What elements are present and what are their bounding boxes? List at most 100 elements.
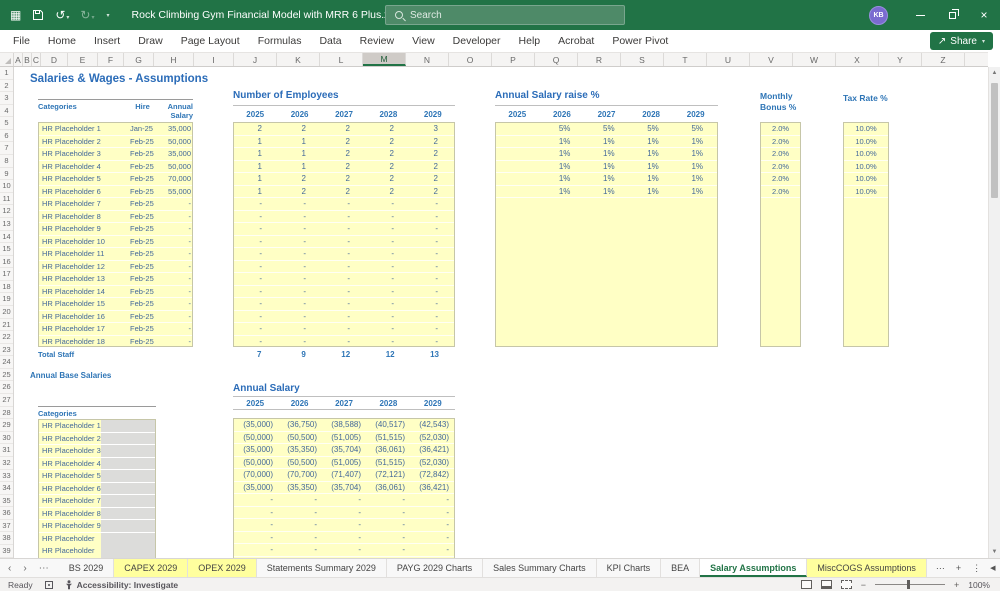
sheet-tab[interactable]: Salary Assumptions [700,559,807,577]
hire-date-cell[interactable]: Feb-25 [126,298,161,310]
category-cell[interactable]: HR Placeholder 6 [39,483,101,496]
row-header[interactable]: 32 [0,457,13,470]
page-break-view-icon[interactable] [841,580,852,589]
restore-button[interactable] [936,0,968,30]
category-cell[interactable]: HR Placeholder 7 [39,495,101,508]
table-row[interactable]: HR Placeholder 5 [39,470,155,483]
cell[interactable]: 5% [673,123,717,135]
cell[interactable]: (42,543) [410,419,454,431]
total-cell[interactable]: 7 [233,350,277,361]
cell[interactable]: - [234,544,278,556]
cell[interactable]: 1% [540,186,584,198]
hire-date-cell[interactable]: Feb-25 [126,336,161,348]
cell[interactable]: 5% [584,123,628,135]
category-cell[interactable]: HR Placeholder 5 [39,173,126,185]
row-header[interactable]: 8 [0,155,13,168]
hire-date-cell[interactable]: Feb-25 [126,273,161,285]
save-icon[interactable] [32,9,44,21]
zoom-in-button[interactable]: + [954,580,959,590]
cell[interactable]: (51,515) [366,457,410,469]
more-sheets-right-icon[interactable]: ⋯ [936,563,945,574]
row-header[interactable]: 11 [0,193,13,206]
column-header[interactable]: H [154,53,194,66]
row-header[interactable]: 25 [0,369,13,382]
column-header[interactable]: L [320,53,363,66]
cell[interactable]: (38,588) [322,419,366,431]
category-cell[interactable]: HR Placeholder 11 [39,545,101,558]
row-header[interactable]: 39 [0,545,13,558]
table-row[interactable]: HR Placeholder 17 Feb-25 - [39,323,192,336]
zoom-slider[interactable] [875,584,945,585]
cell[interactable]: 2 [278,173,322,185]
row-header[interactable]: 31 [0,444,13,457]
cell[interactable]: (50,000) [234,432,278,444]
cell[interactable]: 1% [584,186,628,198]
cell[interactable]: 2 [278,123,322,135]
cell[interactable]: - [410,494,454,506]
cell[interactable]: 2 [366,148,410,160]
table-row[interactable]: HR Placeholder 7 [39,495,155,508]
hire-date-cell[interactable]: Feb-25 [126,148,161,160]
tax-cell[interactable]: 10.0% [844,186,888,199]
cell[interactable]: (51,005) [322,457,366,469]
cell[interactable]: (35,350) [278,482,322,494]
close-button[interactable]: × [968,0,1000,30]
tax-cell[interactable]: 10.0% [844,123,888,136]
table-row[interactable]: HR Placeholder 8 Feb-25 - [39,211,192,224]
table-row[interactable]: HR Placeholder 13 Feb-25 - [39,273,192,286]
cell[interactable]: 2 [322,186,366,198]
cell[interactable]: - [322,298,366,310]
search-input[interactable]: Search [385,5,625,25]
row-header[interactable]: 9 [0,168,13,181]
cell[interactable]: - [322,211,366,223]
cell[interactable]: 1 [234,148,278,160]
cell[interactable]: 1% [584,173,628,185]
tax-cell[interactable]: 10.0% [844,136,888,149]
cell[interactable]: 1 [278,148,322,160]
row-header[interactable]: 13 [0,218,13,231]
column-header[interactable]: J [234,53,277,66]
row-header[interactable]: 37 [0,520,13,533]
cell[interactable]: - [410,248,454,260]
column-header[interactable]: S [621,53,664,66]
table-row[interactable]: HR Placeholder 9 Feb-25 - [39,223,192,236]
annual-salary-cell[interactable]: - [161,336,193,348]
cell[interactable]: - [322,223,366,235]
cell[interactable] [496,186,540,198]
cell[interactable]: - [234,336,278,348]
column-header[interactable]: O [449,53,492,66]
table-row[interactable]: - - - - - [234,223,454,236]
table-row[interactable]: - - - - - [234,198,454,211]
table-row[interactable]: HR Placeholder 6 Feb-25 55,000 [39,186,192,199]
hire-date-cell[interactable]: Feb-25 [126,173,161,185]
category-cell[interactable]: HR Placeholder 4 [39,458,101,471]
row-header[interactable]: 19 [0,293,13,306]
cell[interactable]: 2 [234,123,278,135]
cell[interactable]: (35,000) [234,444,278,456]
column-header[interactable]: P [492,53,535,66]
cell[interactable]: - [234,223,278,235]
bonus-cell[interactable]: 2.0% [761,123,800,136]
column-header[interactable]: K [277,53,320,66]
column-header[interactable]: I [194,53,234,66]
annual-salary-cell[interactable]: - [161,273,193,285]
scroll-up-icon[interactable]: ▲ [989,67,1000,79]
ribbon-tab[interactable]: Power Pivot [603,30,677,52]
annual-salary-cell[interactable]: - [161,261,193,273]
cell[interactable]: - [322,323,366,335]
cell[interactable]: - [234,286,278,298]
cell[interactable]: 1% [540,148,584,160]
row-header[interactable]: 38 [0,532,13,545]
table-row[interactable]: 1 2 2 2 2 [234,186,454,199]
column-header[interactable]: N [406,53,449,66]
cell[interactable]: 1% [540,161,584,173]
row-header[interactable]: 21 [0,319,13,332]
ribbon-tab[interactable]: Page Layout [172,30,249,52]
column-header[interactable]: X [836,53,879,66]
zoom-level[interactable]: 100% [968,580,990,590]
cell[interactable]: 5% [629,123,673,135]
cell[interactable]: - [234,273,278,285]
cell[interactable]: (72,121) [366,469,410,481]
cell[interactable]: 2 [410,186,454,198]
table-row[interactable]: HR Placeholder 18 Feb-25 - [39,336,192,348]
